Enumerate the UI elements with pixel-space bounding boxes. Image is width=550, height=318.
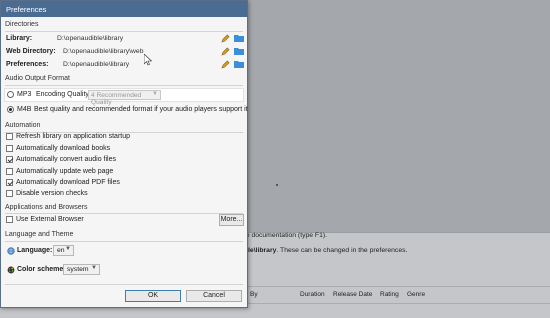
browse-preferences-folder-icon[interactable] <box>234 60 244 68</box>
background-dot <box>276 184 278 186</box>
color-scheme-value: system <box>67 266 89 273</box>
divider <box>5 31 243 32</box>
refresh-library-checkbox[interactable] <box>6 133 13 140</box>
browse-web-directory-folder-icon[interactable] <box>234 47 244 55</box>
download-books-label: Automatically download books <box>16 145 111 152</box>
edit-library-pencil-icon[interactable] <box>221 34 230 43</box>
web-directory-path: D:\openaudible\library\web <box>63 48 144 55</box>
update-web-page-checkbox[interactable] <box>6 168 13 175</box>
palette-icon <box>7 266 15 274</box>
chevron-down-icon: ▼ <box>65 246 71 252</box>
library-path: D:\openaudible\library <box>57 35 124 42</box>
encoding-quality-value: 4 Recommended Quality <box>91 92 142 106</box>
web-directory-label: Web Directory: <box>6 48 56 55</box>
mp3-radio[interactable] <box>7 91 14 98</box>
m4b-label: M4B <box>17 106 32 113</box>
column-header-genre[interactable]: Genre <box>407 291 425 298</box>
more-button[interactable]: More... <box>219 214 244 226</box>
download-pdf-checkbox[interactable] <box>6 179 13 186</box>
divider <box>5 85 243 86</box>
background-help-text: he documentation (type F1). <box>242 232 328 239</box>
edit-web-directory-pencil-icon[interactable] <box>221 47 230 56</box>
column-header-duration[interactable]: Duration <box>300 291 325 298</box>
disable-version-checks-checkbox[interactable] <box>6 190 13 197</box>
column-header-rating[interactable]: Rating <box>380 291 399 298</box>
dialog-title: Preferences <box>1 1 247 17</box>
directories-section-title: Directories <box>5 21 39 28</box>
mouse-cursor-icon <box>144 54 152 66</box>
external-browser-label: Use External Browser <box>16 216 84 223</box>
divider <box>5 213 243 214</box>
update-web-page-label: Automatically update web page <box>16 168 114 175</box>
download-books-checkbox[interactable] <box>6 145 13 152</box>
column-header-by[interactable]: By <box>250 291 258 298</box>
chevron-down-icon: ▼ <box>91 265 97 271</box>
ok-button[interactable]: OK <box>125 290 181 302</box>
encoding-quality-label: Encoding Quality <box>36 91 89 98</box>
color-scheme-select[interactable]: system ▼ <box>63 264 100 275</box>
language-label: Language: <box>17 247 53 254</box>
convert-audio-checkbox[interactable] <box>6 156 13 163</box>
divider <box>5 241 243 242</box>
automation-section-title: Automation <box>5 122 41 129</box>
language-select[interactable]: en ▼ <box>53 245 74 256</box>
preferences-label: Preferences: <box>6 61 49 68</box>
library-label: Library: <box>6 35 33 42</box>
mp3-label: MP3 <box>17 91 32 98</box>
preferences-dialog: Preferences Directories Library: D:\open… <box>0 0 248 308</box>
background-library-text: ible\library. These can be changed in th… <box>242 247 408 254</box>
convert-audio-label: Automatically convert audio files <box>16 156 116 163</box>
language-value: en <box>57 247 65 254</box>
preferences-path: D:\openaudible\library <box>63 61 130 68</box>
encoding-quality-select[interactable]: 4 Recommended Quality ▼ <box>88 90 161 106</box>
apps-section-title: Applications and Browsers <box>5 204 88 211</box>
divider <box>5 284 243 285</box>
disable-version-checks-label: Disable version checks <box>16 190 88 197</box>
language-theme-section-title: Language and Theme <box>5 231 74 238</box>
chevron-down-icon: ▼ <box>152 91 158 97</box>
m4b-radio[interactable] <box>7 106 14 113</box>
color-scheme-label: Color scheme: <box>17 266 66 273</box>
m4b-description: Best quality and recommended format if y… <box>34 106 248 113</box>
audio-section-title: Audio Output Format <box>5 75 70 82</box>
cancel-button[interactable]: Cancel <box>186 290 242 302</box>
globe-icon <box>7 247 15 255</box>
external-browser-checkbox[interactable] <box>6 216 13 223</box>
refresh-library-label: Refresh library on application startup <box>16 133 131 140</box>
edit-preferences-pencil-icon[interactable] <box>221 60 230 69</box>
column-header-release-date[interactable]: Release Date <box>333 291 372 298</box>
browse-library-folder-icon[interactable] <box>234 34 244 42</box>
download-pdf-label: Automatically download PDF files <box>16 179 120 186</box>
